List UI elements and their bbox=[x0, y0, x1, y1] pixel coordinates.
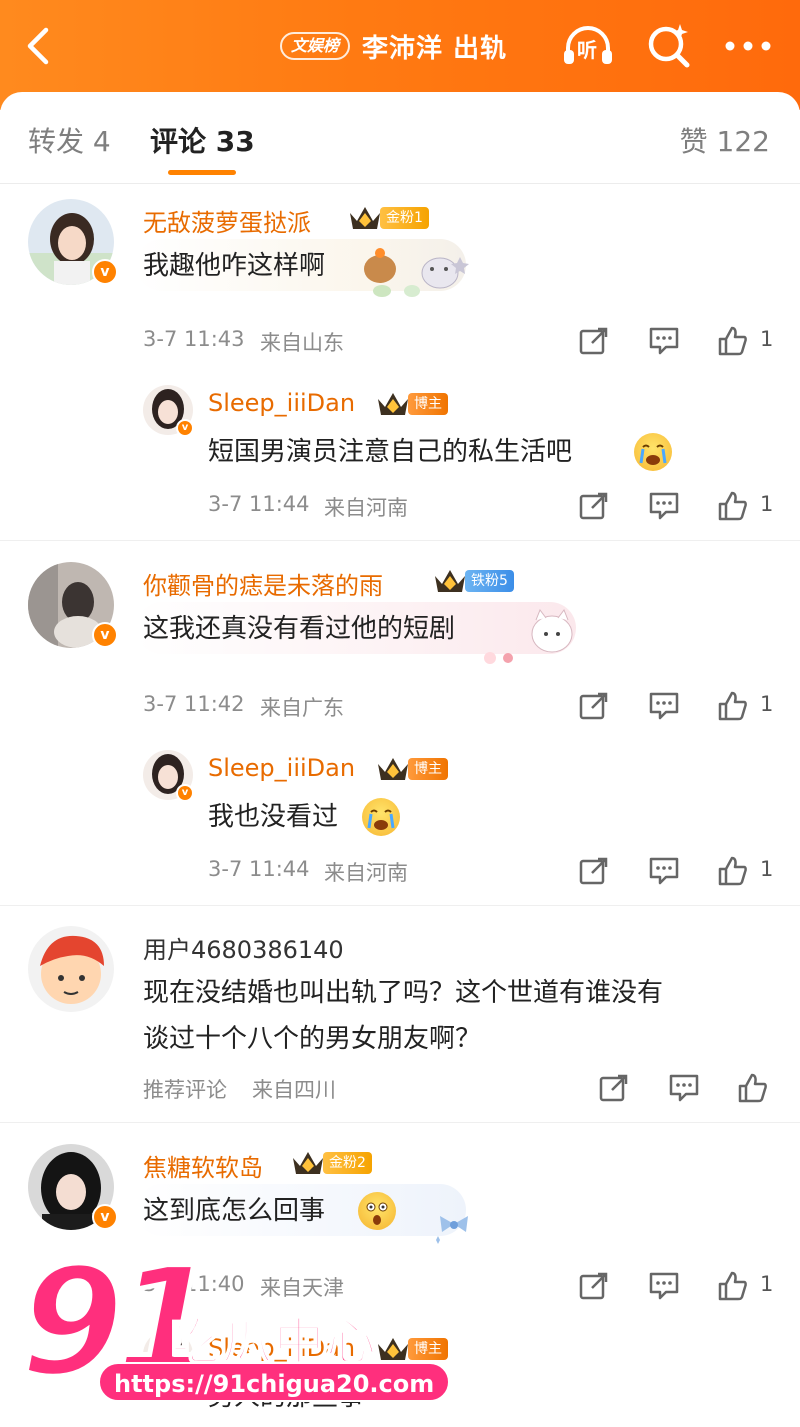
recommended-label: 推荐评论 bbox=[143, 1078, 227, 1102]
topic-tag: 文娱榜 bbox=[280, 32, 351, 60]
verified-badge-icon: v bbox=[92, 1204, 118, 1230]
comment-text: 这到底怎么回事 bbox=[143, 1196, 326, 1226]
site-watermark: 91 吃瓜中心 https://91chigua20.com bbox=[18, 1246, 451, 1418]
crown-icon bbox=[378, 393, 408, 415]
cat-sticker-icon bbox=[484, 608, 573, 664]
like-icon[interactable] bbox=[716, 1270, 748, 1302]
reply-time: 3-7 11:44 bbox=[208, 492, 310, 516]
listen-button[interactable]: 听 bbox=[560, 20, 616, 70]
verified-badge-icon: v bbox=[92, 622, 118, 648]
back-button[interactable] bbox=[22, 26, 58, 66]
reply-text: 短国男演员注意自己的私生活吧 bbox=[208, 437, 573, 467]
like-icon[interactable] bbox=[736, 1072, 768, 1104]
comment-time: 3-7 11:42 bbox=[143, 692, 245, 716]
comment-text-line-2: 谈过十个八个的男女朋友啊？ bbox=[143, 1024, 482, 1054]
username[interactable]: 无敌菠萝蛋挞派 bbox=[143, 203, 311, 238]
comment-actions: 1 bbox=[578, 325, 778, 361]
crying-emoji-icon bbox=[362, 798, 400, 836]
like-count: 1 bbox=[760, 327, 774, 351]
topic-title-group[interactable]: 文娱榜 李沛洋 出轨 bbox=[280, 28, 507, 64]
share-icon[interactable] bbox=[578, 325, 610, 357]
host-badge: 博主 bbox=[408, 393, 448, 415]
tab-forward[interactable]: 转发 4 bbox=[28, 120, 111, 160]
verified-badge-icon: v bbox=[176, 784, 194, 802]
like-count: 1 bbox=[760, 492, 774, 516]
watermark-url: https://91chigua20.com bbox=[98, 1362, 451, 1402]
reply-time: 3-7 11:44 bbox=[208, 857, 310, 881]
like-count: 1 bbox=[760, 857, 774, 881]
username[interactable]: 焦糖软软岛 bbox=[143, 1148, 263, 1183]
divider bbox=[0, 540, 800, 541]
reply-location: 来自河南 bbox=[324, 496, 408, 520]
comment-item: v 无敌菠萝蛋挞派 金粉1 我趣他咋这样啊 3-7 11:43 来自山东 1 v… bbox=[0, 195, 800, 540]
like-icon[interactable] bbox=[716, 325, 748, 357]
like-count: 1 bbox=[760, 692, 774, 716]
comment-actions: 1 bbox=[578, 690, 778, 726]
crown-icon bbox=[350, 207, 380, 229]
fan-badge: 金粉1 bbox=[380, 207, 429, 229]
fan-badge: 铁粉5 bbox=[465, 570, 514, 592]
comment-text-line-1: 现在没结婚也叫出轨了吗？这个世道有谁没有 bbox=[143, 978, 664, 1008]
reply-text: 我也没看过 bbox=[208, 802, 339, 832]
host-badge: 博主 bbox=[408, 758, 448, 780]
share-icon[interactable] bbox=[598, 1072, 630, 1104]
reply-location: 来自河南 bbox=[324, 861, 408, 885]
avatar[interactable] bbox=[28, 926, 114, 1012]
comment-text: 我趣他咋这样啊 bbox=[143, 251, 326, 281]
share-icon[interactable] bbox=[578, 1270, 610, 1302]
reply-icon[interactable] bbox=[648, 490, 680, 522]
reply-icon[interactable] bbox=[648, 690, 680, 722]
comment-actions: 1 bbox=[578, 1270, 778, 1306]
search-sparkle-icon bbox=[648, 24, 690, 68]
reply-icon[interactable] bbox=[648, 325, 680, 357]
divider bbox=[0, 905, 800, 906]
verified-badge-icon: v bbox=[176, 419, 194, 437]
crown-icon bbox=[378, 758, 408, 780]
crying-emoji-icon bbox=[634, 433, 672, 471]
listen-label: 听 bbox=[577, 38, 597, 62]
shocked-emoji-icon bbox=[358, 1192, 396, 1230]
like-icon[interactable] bbox=[716, 490, 748, 522]
comment-time: 3-7 11:43 bbox=[143, 327, 245, 351]
comment-item: 用户4680386140 现在没结婚也叫出轨了吗？这个世道有谁没有 谈过十个八个… bbox=[0, 922, 800, 1122]
more-button[interactable] bbox=[722, 28, 774, 64]
reply-icon[interactable] bbox=[668, 1072, 700, 1104]
comment-location: 来自山东 bbox=[260, 331, 344, 355]
capybara-sticker-icon bbox=[364, 248, 469, 297]
like-icon[interactable] bbox=[716, 855, 748, 887]
comment-item: v 你颧骨的痣是未落的雨 铁粉5 这我还真没有看过他的短剧 3-7 11:42 … bbox=[0, 560, 800, 905]
comment-location: 来自四川 bbox=[252, 1078, 336, 1102]
comment-location: 来自广东 bbox=[260, 696, 344, 720]
share-icon[interactable] bbox=[578, 490, 610, 522]
search-button[interactable] bbox=[644, 20, 692, 70]
share-icon[interactable] bbox=[578, 690, 610, 722]
bow-sticker-icon bbox=[436, 1216, 468, 1244]
topic-title: 李沛洋 出轨 bbox=[362, 33, 508, 64]
username[interactable]: 用户4680386140 bbox=[143, 930, 344, 965]
reply-username[interactable]: Sleep_iiiDan bbox=[208, 389, 355, 417]
crown-icon bbox=[435, 570, 465, 592]
back-arrow-icon bbox=[27, 27, 49, 65]
more-dots-icon bbox=[725, 41, 771, 51]
reply-actions: 1 bbox=[578, 490, 778, 526]
verified-badge-icon: v bbox=[92, 259, 118, 285]
reply-icon[interactable] bbox=[648, 855, 680, 887]
reply-username[interactable]: Sleep_iiiDan bbox=[208, 754, 355, 782]
comment-text: 这我还真没有看过他的短剧 bbox=[143, 614, 456, 644]
username[interactable]: 你颧骨的痣是未落的雨 bbox=[143, 566, 383, 601]
active-tab-indicator bbox=[168, 170, 236, 175]
comment-actions bbox=[598, 1072, 778, 1108]
crown-icon bbox=[293, 1152, 323, 1174]
reply-icon[interactable] bbox=[648, 1270, 680, 1302]
tab-comment[interactable]: 评论 33 bbox=[150, 120, 255, 160]
tab-bar: 转发 4 评论 33 赞 122 bbox=[0, 92, 800, 184]
like-count: 1 bbox=[760, 1272, 774, 1296]
reply-actions: 1 bbox=[578, 855, 778, 891]
tab-like[interactable]: 赞 122 bbox=[680, 120, 770, 160]
share-icon[interactable] bbox=[578, 855, 610, 887]
like-icon[interactable] bbox=[716, 690, 748, 722]
fan-badge: 金粉2 bbox=[323, 1152, 372, 1174]
divider bbox=[0, 1122, 800, 1123]
